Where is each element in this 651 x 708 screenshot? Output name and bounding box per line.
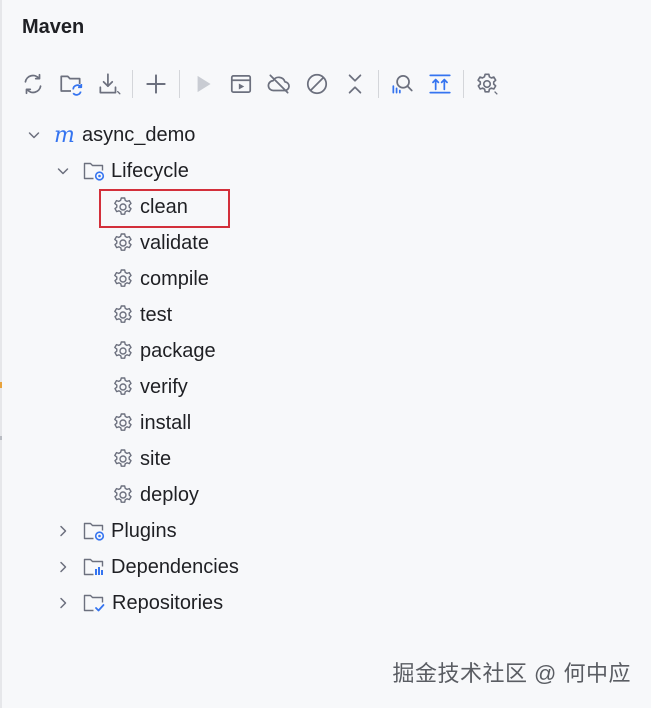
lifecycle-phase-install[interactable]: install xyxy=(0,405,651,441)
maven-project-tree: m async_demo Lifecycle clean validate comp… xyxy=(0,117,651,621)
reload-button[interactable] xyxy=(14,66,52,102)
show-goals-icon xyxy=(429,74,451,94)
add-icon xyxy=(146,74,166,94)
phase-label: deploy xyxy=(140,483,199,506)
folder-repositories-icon xyxy=(82,591,106,615)
toolbar-separator xyxy=(378,70,379,98)
lifecycle-phase-test[interactable]: test xyxy=(0,297,651,333)
plugins-label: Plugins xyxy=(111,519,177,542)
folder-dependencies-icon xyxy=(82,555,106,579)
generate-sources-button[interactable] xyxy=(52,66,90,102)
lifecycle-label: Lifecycle xyxy=(111,159,189,182)
lifecycle-phases: clean validate compile test package verify ins… xyxy=(0,189,651,513)
lifecycle-phase-compile[interactable]: compile xyxy=(0,261,651,297)
collapse-all-button[interactable] xyxy=(336,66,374,102)
run-button[interactable] xyxy=(184,66,222,102)
analyze-dependencies-icon xyxy=(392,75,413,94)
analyze-dependencies-button[interactable] xyxy=(383,66,421,102)
gear-icon xyxy=(111,303,135,327)
chevron-down-icon[interactable] xyxy=(26,127,42,143)
toggle-offline-button[interactable] xyxy=(260,66,298,102)
tree-node-lifecycle[interactable]: Lifecycle xyxy=(0,153,651,189)
lifecycle-phase-package[interactable]: package xyxy=(0,333,651,369)
lifecycle-phase-site[interactable]: site xyxy=(0,441,651,477)
phase-label: package xyxy=(140,339,216,362)
tree-node-dependencies[interactable]: Dependencies xyxy=(0,549,651,585)
phase-label: install xyxy=(140,411,192,434)
settings-icon xyxy=(477,73,498,95)
tree-node-repositories[interactable]: Repositories xyxy=(0,585,651,621)
toolbar-separator xyxy=(132,70,133,98)
project-label: async_demo xyxy=(82,123,196,146)
toolbar-separator xyxy=(463,70,464,98)
collapse-all-icon xyxy=(348,74,362,94)
phase-label: site xyxy=(140,447,172,470)
folder-lifecycle-icon xyxy=(82,159,106,183)
phase-label: test xyxy=(140,303,173,326)
dependencies-label: Dependencies xyxy=(111,555,239,578)
settings-button[interactable] xyxy=(468,66,506,102)
show-basic-phases-button[interactable] xyxy=(421,66,459,102)
chevron-right-icon[interactable] xyxy=(55,595,71,611)
folder-sync-icon xyxy=(60,75,83,96)
download-sources-button[interactable] xyxy=(90,66,128,102)
gear-icon xyxy=(111,447,135,471)
skip-tests-icon xyxy=(306,73,328,95)
gear-icon xyxy=(111,411,135,435)
repositories-label: Repositories xyxy=(112,591,224,614)
gear-icon xyxy=(111,231,135,255)
svg-text:m: m xyxy=(54,123,75,147)
panel-header: Maven xyxy=(0,0,651,54)
phase-label: validate xyxy=(140,231,209,254)
offline-icon xyxy=(267,74,290,94)
lifecycle-phase-clean[interactable]: clean xyxy=(0,189,651,225)
add-project-button[interactable] xyxy=(137,66,175,102)
skip-tests-button[interactable] xyxy=(298,66,336,102)
maven-logo-icon: m xyxy=(53,123,77,147)
execute-goal-button[interactable] xyxy=(222,66,260,102)
lifecycle-phase-deploy[interactable]: deploy xyxy=(0,477,651,513)
gear-icon xyxy=(111,339,135,363)
watermark: 掘金技术社区 @ 何中应 xyxy=(392,661,631,686)
download-icon xyxy=(99,73,121,95)
maven-toolbar xyxy=(14,64,634,104)
panel-title: Maven xyxy=(22,15,85,38)
gear-icon xyxy=(111,375,135,399)
lifecycle-phase-verify[interactable]: verify xyxy=(0,369,651,405)
phase-label: compile xyxy=(140,267,209,290)
toolbar-separator xyxy=(179,70,180,98)
run-config-icon xyxy=(230,75,252,93)
tree-node-plugins[interactable]: Plugins xyxy=(0,513,651,549)
gear-icon xyxy=(111,483,135,507)
folder-plugins-icon xyxy=(82,519,106,543)
chevron-right-icon[interactable] xyxy=(55,523,71,539)
gear-icon xyxy=(111,267,135,291)
tree-node-project[interactable]: m async_demo xyxy=(0,117,651,153)
selection-highlight-box xyxy=(99,189,230,228)
reload-icon xyxy=(24,73,42,95)
phase-label: verify xyxy=(140,375,188,398)
chevron-right-icon[interactable] xyxy=(55,559,71,575)
lifecycle-phase-validate[interactable]: validate xyxy=(0,225,651,261)
chevron-down-icon[interactable] xyxy=(55,163,71,179)
run-icon xyxy=(197,75,211,93)
